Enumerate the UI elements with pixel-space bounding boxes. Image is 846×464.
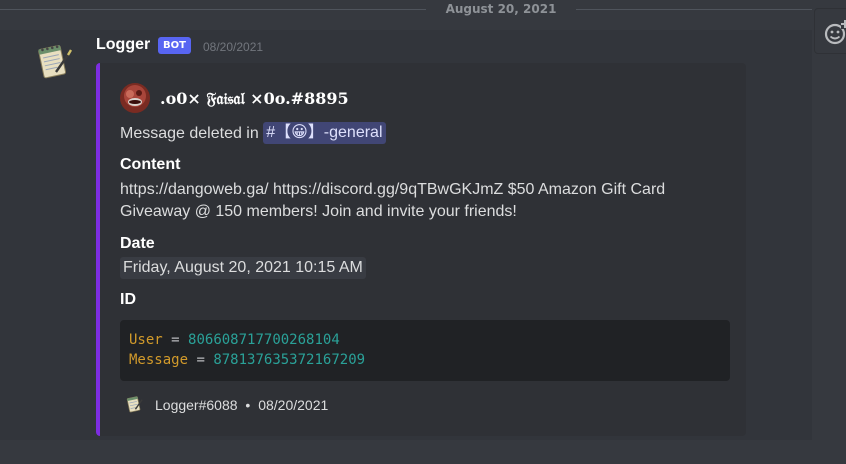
code-message-value: 878137635372167209 <box>213 352 366 368</box>
code-user-eq: = <box>171 332 180 348</box>
code-message-key: Message <box>129 352 189 368</box>
code-line-message: Message = 878137635372167209 <box>129 350 721 370</box>
field-date-value: Friday, August 20, 2021 10:15 AM <box>120 257 366 279</box>
date-divider-right <box>576 9 812 10</box>
embed: .o0× 𝔉𝔞𝔦𝔰𝔞𝔩 ×0o.#8895 Message deleted in… <box>96 63 746 436</box>
add-reaction-button[interactable] <box>814 8 846 54</box>
notepad-icon <box>38 45 73 79</box>
embed-footer: Logger#6088 • 08/20/2021 <box>155 397 328 413</box>
embed-author-avatar <box>120 83 150 113</box>
footer-date: 08/20/2021 <box>258 397 329 413</box>
description-text: Message deleted in <box>120 125 259 142</box>
field-date-name: Date <box>120 235 155 252</box>
date-divider-left <box>0 9 426 10</box>
code-line-user: User = 806608717700268104 <box>129 330 721 350</box>
add-reaction-icon <box>824 20 846 45</box>
message-author[interactable]: Logger <box>96 36 150 54</box>
id-codeblock: User = 806608717700268104 Message = 8781… <box>120 320 730 381</box>
code-user-key: User <box>129 332 163 348</box>
date-divider-label: August 20, 2021 <box>445 2 557 16</box>
field-content-name: Content <box>120 156 181 173</box>
field-date-value-wrap: Friday, August 20, 2021 10:15 AM <box>120 257 730 279</box>
footer-icon <box>124 394 144 414</box>
notepad-icon <box>126 396 143 413</box>
footer-separator: • <box>245 397 251 413</box>
field-id-name: ID <box>120 291 136 308</box>
code-message-eq: = <box>196 352 205 368</box>
avatar[interactable] <box>32 40 74 82</box>
code-user-value: 806608717700268104 <box>188 332 340 348</box>
embed-description: Message deleted in #【😀】-general <box>120 122 386 145</box>
bot-tag: BOT <box>158 37 191 54</box>
field-content-value: https://dangoweb.ga/ https://discord.gg/… <box>120 181 666 220</box>
footer-author: Logger#6088 <box>155 397 238 413</box>
channel-mention[interactable]: #【😀】-general <box>263 122 386 144</box>
embed-author-name[interactable]: .o0× 𝔉𝔞𝔦𝔰𝔞𝔩 ×0o.#8895 <box>160 89 349 109</box>
user-avatar-icon <box>120 83 150 113</box>
message-timestamp[interactable]: 08/20/2021 <box>203 40 263 54</box>
